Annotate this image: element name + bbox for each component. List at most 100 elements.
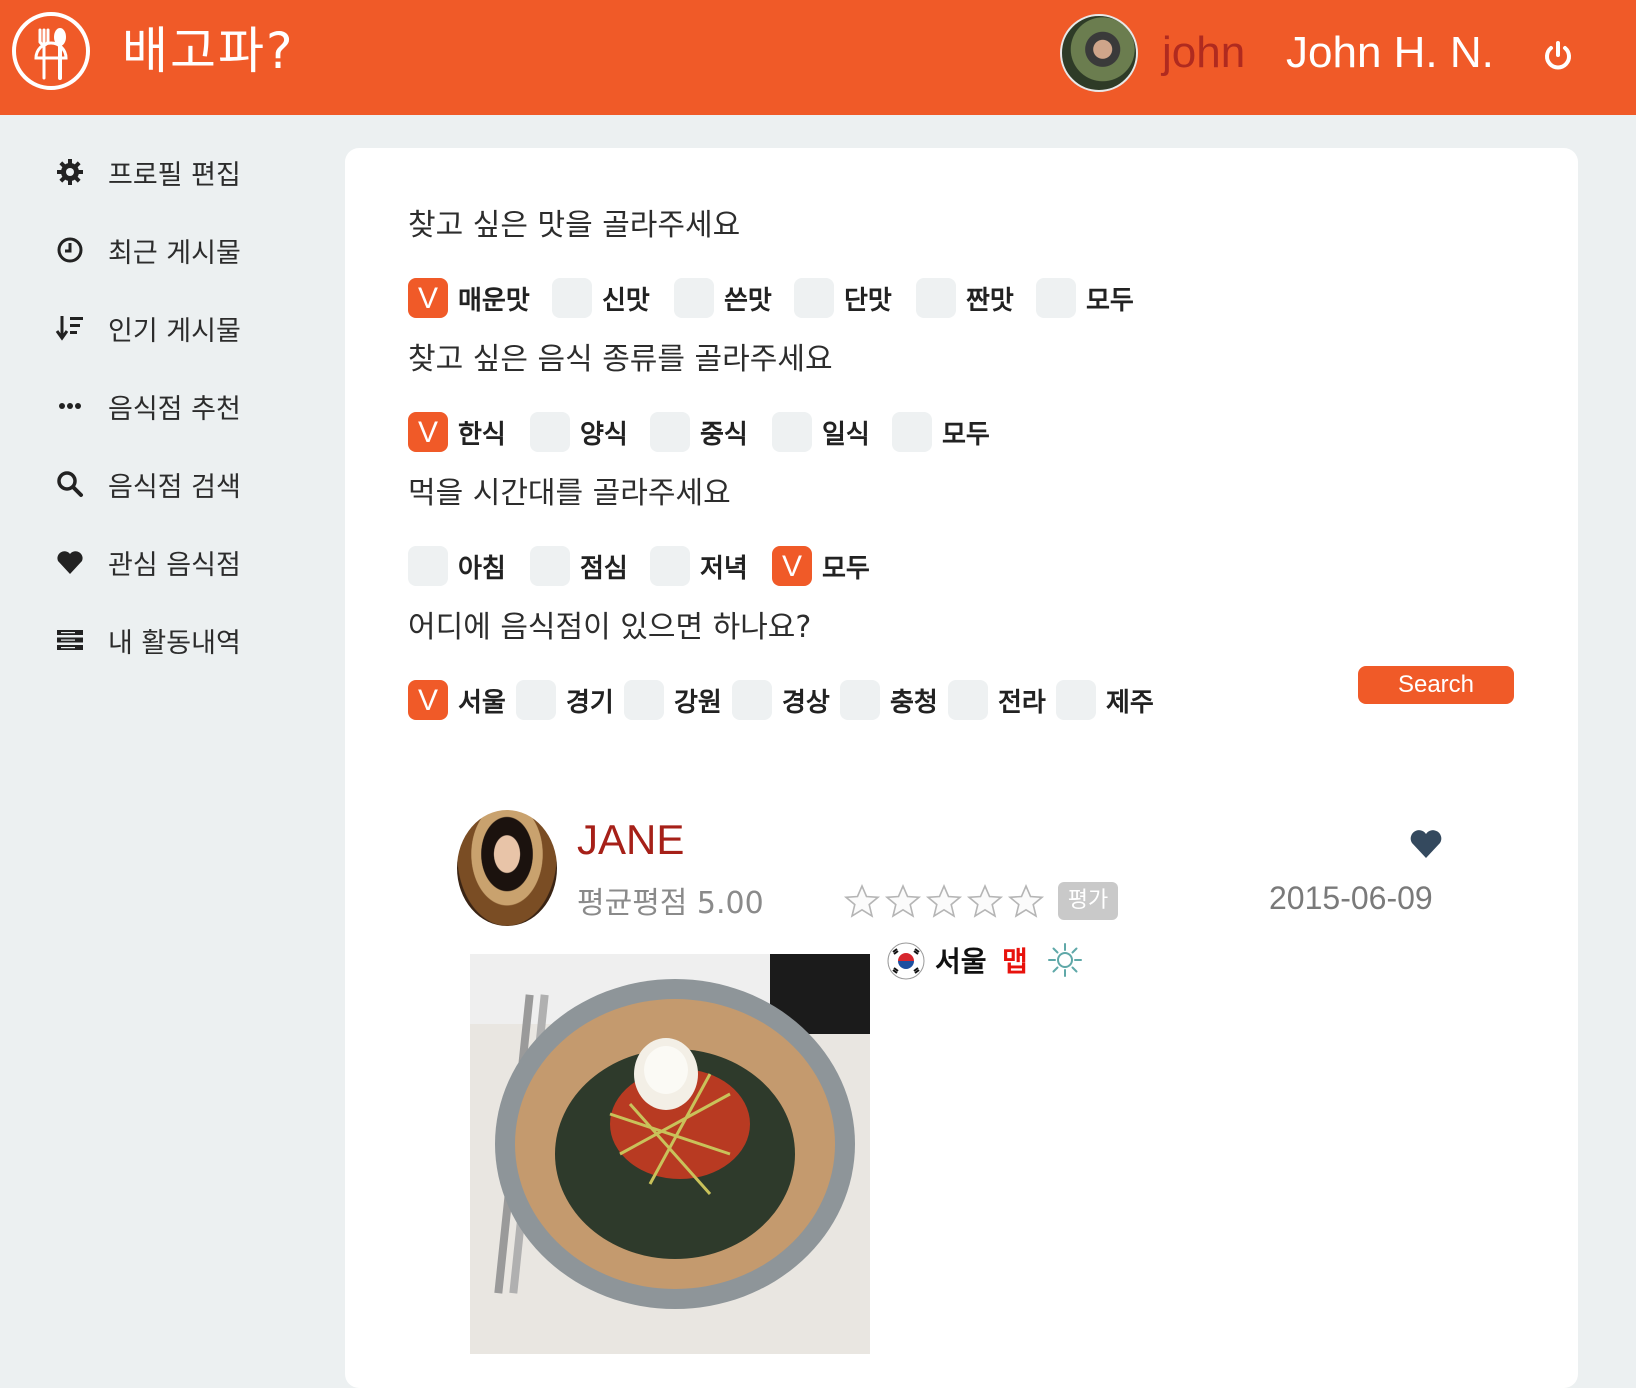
sidebar-item-restaurant-search[interactable]: 음식점 검색 [50, 462, 241, 506]
taste-question: 찾고 싶은 맛을 골라주세요 [408, 208, 741, 243]
checkbox[interactable] [624, 680, 664, 720]
region-option-seoul[interactable]: V 서울 [408, 680, 506, 720]
sun-icon [1048, 943, 1082, 977]
sidebar-item-label: 인기 게시물 [108, 315, 241, 347]
time-option-all[interactable]: V 모두 [772, 546, 870, 586]
checkbox[interactable] [530, 412, 570, 452]
checkbox[interactable] [948, 680, 988, 720]
search-button[interactable]: Search [1358, 666, 1514, 704]
time-option-dinner[interactable]: 저녁 [650, 546, 748, 586]
checkbox[interactable] [916, 278, 956, 318]
cuisine-option-western[interactable]: 양식 [530, 412, 628, 452]
option-label: 신맛 [602, 285, 650, 316]
option-label: 쓴맛 [724, 285, 772, 316]
option-label: 서울 [458, 687, 506, 718]
sidebar-item-my-activity[interactable]: 내 활동내역 [50, 618, 241, 662]
sidebar-item-restaurant-recommend[interactable]: 음식점 추천 [50, 384, 241, 428]
checkbox[interactable] [1036, 278, 1076, 318]
checkbox[interactable] [650, 412, 690, 452]
sidebar-item-recent-posts[interactable]: 최근 게시물 [50, 228, 241, 272]
region-option-jeju[interactable]: 제주 [1056, 680, 1154, 720]
star-icon[interactable] [966, 884, 1004, 918]
option-label: 모두 [942, 419, 990, 450]
region-tag: 서울 [935, 945, 987, 978]
region-option-gyeongsang[interactable]: 경상 [732, 680, 830, 720]
checkbox[interactable] [408, 546, 448, 586]
checkbox[interactable] [840, 680, 880, 720]
region-option-chungcheong[interactable]: 충청 [840, 680, 938, 720]
favorite-heart-icon[interactable] [1409, 828, 1443, 860]
sidebar-item-popular-posts[interactable]: 인기 게시물 [50, 306, 241, 350]
cuisine-option-japanese[interactable]: 일식 [772, 412, 870, 452]
check-mark: V [417, 282, 438, 315]
checkbox[interactable]: V [408, 278, 448, 318]
checkbox[interactable]: V [408, 412, 448, 452]
time-option-lunch[interactable]: 점심 [530, 546, 628, 586]
region-option-jeolla[interactable]: 전라 [948, 680, 1046, 720]
sidebar-item-label: 음식점 검색 [108, 471, 241, 503]
sidebar-item-edit-profile[interactable]: 프로필 편집 [50, 150, 241, 194]
ellipsis-icon [50, 386, 90, 426]
post-author-name[interactable]: JANE [577, 816, 684, 864]
option-label: 중식 [700, 419, 748, 450]
user-full-name[interactable]: John H. N. [1286, 26, 1494, 80]
taste-option-salty[interactable]: 짠맛 [916, 278, 1014, 318]
time-question: 먹을 시간대를 골라주세요 [408, 476, 731, 511]
region-option-gangwon[interactable]: 강원 [624, 680, 722, 720]
option-label: 모두 [822, 553, 870, 584]
option-label: 단맛 [844, 285, 892, 316]
cuisine-option-all[interactable]: 모두 [892, 412, 990, 452]
star-rating[interactable] [843, 884, 1048, 918]
checkbox[interactable] [772, 412, 812, 452]
taste-option-spicy[interactable]: V 매운맛 [408, 278, 530, 318]
search-icon [50, 464, 90, 504]
taste-option-sour[interactable]: 신맛 [552, 278, 650, 318]
logo-icon[interactable] [12, 12, 90, 90]
option-label: 점심 [580, 553, 628, 584]
user-id[interactable]: john [1162, 26, 1245, 80]
checkbox[interactable] [516, 680, 556, 720]
option-label: 전라 [998, 687, 1046, 718]
checkbox[interactable] [650, 546, 690, 586]
star-icon[interactable] [843, 884, 881, 918]
region-option-gyeonggi[interactable]: 경기 [516, 680, 614, 720]
taste-option-sweet[interactable]: 단맛 [794, 278, 892, 318]
checkbox[interactable] [674, 278, 714, 318]
cuisine-option-chinese[interactable]: 중식 [650, 412, 748, 452]
post-average-rating: 평균평점 5.00 [577, 886, 764, 921]
star-icon[interactable] [925, 884, 963, 918]
post-author-avatar[interactable] [457, 810, 557, 926]
taste-tag: 맵 [1002, 945, 1028, 978]
checkbox[interactable] [552, 278, 592, 318]
checkbox[interactable]: V [772, 546, 812, 586]
time-option-breakfast[interactable]: 아침 [408, 546, 506, 586]
cuisine-option-korean[interactable]: V 한식 [408, 412, 506, 452]
rate-button[interactable]: 평가 [1058, 882, 1118, 920]
option-label: 제주 [1106, 687, 1154, 718]
sidebar-item-favorite-restaurants[interactable]: 관심 음식점 [50, 540, 241, 584]
option-label: 양식 [580, 419, 628, 450]
star-icon[interactable] [884, 884, 922, 918]
food-photo[interactable] [470, 954, 870, 1354]
checkbox[interactable] [794, 278, 834, 318]
taste-option-bitter[interactable]: 쓴맛 [674, 278, 772, 318]
korea-flag-icon [887, 942, 925, 980]
checkbox[interactable] [530, 546, 570, 586]
taste-option-all[interactable]: 모두 [1036, 278, 1134, 318]
option-label: 저녁 [700, 553, 748, 584]
user-avatar[interactable] [1060, 14, 1138, 92]
option-label: 강원 [674, 687, 722, 718]
checkbox[interactable] [892, 412, 932, 452]
checkbox[interactable] [732, 680, 772, 720]
list-icon [50, 620, 90, 660]
sidebar-item-label: 프로필 편집 [108, 159, 241, 191]
sidebar-item-label: 관심 음식점 [108, 549, 241, 581]
check-mark: V [417, 684, 438, 717]
star-icon[interactable] [1007, 884, 1045, 918]
heart-icon [50, 542, 90, 582]
logout-power-icon[interactable] [1540, 38, 1576, 74]
check-mark: V [417, 416, 438, 449]
sidebar-item-label: 음식점 추천 [108, 393, 241, 425]
checkbox[interactable] [1056, 680, 1096, 720]
checkbox[interactable]: V [408, 680, 448, 720]
